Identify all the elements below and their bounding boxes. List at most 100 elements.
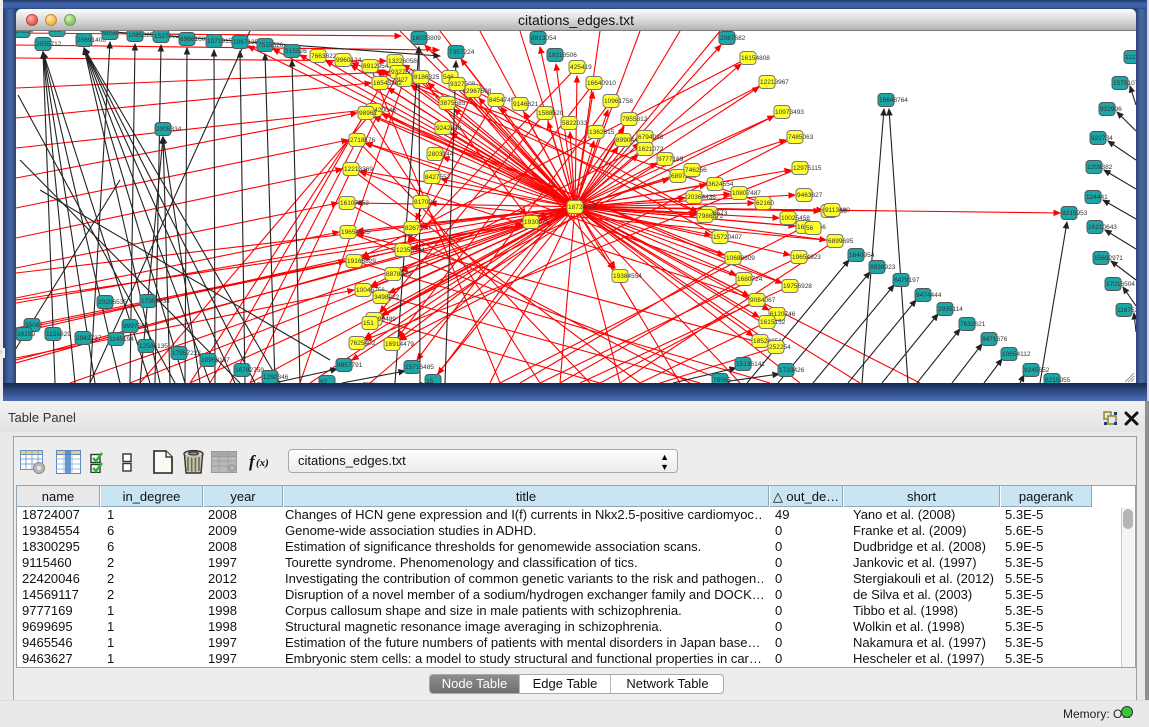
svg-text:9242848: 9242848	[436, 125, 462, 132]
svg-text:7625402: 7625402	[350, 340, 376, 347]
svg-text:8912954: 8912954	[363, 63, 389, 70]
svg-text:98961: 98961	[359, 110, 377, 117]
svg-text:15751074: 15751074	[1113, 80, 1136, 87]
svg-text:1588520: 1588520	[538, 110, 564, 117]
svg-text:19654925: 19654925	[341, 229, 370, 236]
svg-text:19166829: 19166829	[347, 258, 376, 265]
svg-text:3624554: 3624554	[708, 181, 734, 188]
svg-text:10973493: 10973493	[775, 109, 804, 116]
svg-text:1621072: 1621072	[638, 146, 664, 153]
svg-text:12505135: 12505135	[139, 343, 168, 350]
svg-text:7632621: 7632621	[960, 321, 986, 328]
svg-text:7515526: 7515526	[258, 42, 284, 49]
svg-text:9997585: 9997585	[123, 323, 149, 330]
svg-text:16914479: 16914479	[385, 341, 414, 348]
svg-text:2055712: 2055712	[36, 41, 62, 48]
svg-text:124441: 124441	[1086, 194, 1108, 201]
svg-text:10961758: 10961758	[604, 98, 633, 105]
svg-text:15692971: 15692971	[1094, 255, 1123, 262]
svg-text:1930025: 1930025	[524, 219, 550, 226]
svg-text:746266: 746266	[685, 167, 707, 174]
svg-text:17359934: 17359934	[141, 298, 170, 305]
svg-text:2087682: 2087682	[720, 35, 746, 42]
svg-text:9245652: 9245652	[1024, 367, 1050, 374]
svg-text:6794028: 6794028	[638, 134, 664, 141]
svg-text:78565: 78565	[713, 377, 731, 383]
svg-text:932996: 932996	[1100, 106, 1122, 113]
svg-text:16782759: 16782759	[235, 367, 264, 374]
svg-text:13226058: 13226058	[388, 58, 417, 65]
svg-text:10958107: 10958107	[201, 357, 230, 364]
svg-text:9857791: 9857791	[337, 362, 363, 369]
svg-text:8454749: 8454749	[489, 97, 515, 104]
svg-text:19756928: 19756928	[783, 283, 812, 290]
svg-text:3498222: 3498222	[374, 294, 400, 301]
svg-text:8215955: 8215955	[1045, 377, 1071, 383]
svg-text:10654112: 10654112	[1002, 351, 1031, 358]
svg-text:2935114: 2935114	[938, 306, 963, 313]
svg-text:2005334: 2005334	[156, 126, 182, 133]
svg-text:151: 151	[363, 320, 374, 327]
svg-text:16210643: 16210643	[1088, 224, 1117, 231]
svg-text:8215953: 8215953	[1062, 210, 1088, 217]
svg-text:7485063: 7485063	[788, 134, 814, 141]
svg-text:16543382: 16543382	[373, 80, 402, 87]
svg-text:7955812: 7955812	[622, 116, 648, 123]
svg-text:7357224: 7357224	[449, 49, 475, 56]
svg-text:10554: 10554	[16, 31, 33, 35]
svg-text:2942737: 2942737	[76, 335, 102, 342]
svg-text:9474444: 9474444	[916, 292, 942, 299]
svg-text:922734: 922734	[1091, 135, 1113, 142]
svg-text:97: 97	[320, 379, 328, 383]
svg-text:1145194: 1145194	[109, 336, 134, 343]
svg-text:12975115: 12975115	[793, 165, 822, 172]
svg-text:8813054: 8813054	[531, 35, 557, 42]
svg-text:16107552: 16107552	[340, 200, 369, 207]
svg-text:1733426: 1733426	[779, 367, 805, 374]
svg-text:1209382: 1209382	[1087, 164, 1113, 171]
svg-text:12353594: 12353594	[396, 247, 425, 254]
svg-text:1156829: 1156829	[46, 331, 71, 338]
svg-text:252254: 252254	[769, 344, 791, 351]
svg-text:16154808: 16154808	[741, 55, 770, 62]
svg-text:15: 15	[426, 378, 434, 383]
svg-text:2718176: 2718176	[350, 137, 376, 144]
svg-text:39159: 39159	[17, 331, 35, 338]
svg-text:9777169: 9777169	[658, 156, 684, 163]
svg-text:6899695: 6899695	[828, 238, 854, 245]
svg-text:19218506: 19218506	[548, 52, 577, 59]
svg-text:8186325: 8186325	[414, 74, 440, 81]
svg-text:16640910: 16640910	[587, 80, 616, 87]
svg-text:17016504: 17016504	[1106, 281, 1135, 288]
svg-text:116753: 116753	[1117, 307, 1136, 314]
svg-text:9084067: 9084067	[750, 297, 776, 304]
svg-text:20364436: 20364436	[687, 194, 716, 201]
svg-text:9463627: 9463627	[797, 192, 823, 199]
svg-text:15136141: 15136141	[736, 361, 765, 368]
svg-text:1362615: 1362615	[589, 129, 615, 136]
svg-text:5822033: 5822033	[562, 120, 588, 127]
svg-text:56: 56	[806, 225, 814, 232]
svg-text:7986372: 7986372	[698, 213, 724, 220]
svg-text:2803144: 2803144	[428, 151, 454, 158]
svg-text:9960124: 9960124	[336, 57, 362, 64]
svg-text:2967608: 2967608	[466, 88, 492, 95]
svg-text:1615152: 1615152	[760, 319, 786, 326]
svg-text:10807487: 10807487	[732, 190, 761, 197]
svg-text:1292346: 1292346	[263, 374, 289, 381]
svg-text:8878332: 8878332	[386, 271, 412, 278]
svg-text:1640954: 1640954	[849, 252, 875, 259]
svg-text:7663822: 7663822	[311, 53, 337, 60]
svg-text:12213369: 12213369	[344, 166, 373, 173]
svg-text:9113460: 9113460	[825, 207, 850, 214]
svg-text:8427552: 8427552	[425, 174, 451, 181]
svg-text:12213967: 12213967	[760, 79, 789, 86]
svg-text:(x): (x)	[256, 457, 269, 469]
svg-text:20206535: 20206535	[98, 299, 127, 306]
svg-text:9056: 9056	[103, 31, 118, 37]
svg-text:16648764: 16648764	[879, 97, 908, 104]
svg-text:15716485: 15716485	[405, 364, 434, 371]
svg-text:62160: 62160	[756, 200, 774, 207]
svg-text:6966160: 6966160	[180, 36, 206, 43]
svg-text:9146821: 9146821	[513, 101, 539, 108]
